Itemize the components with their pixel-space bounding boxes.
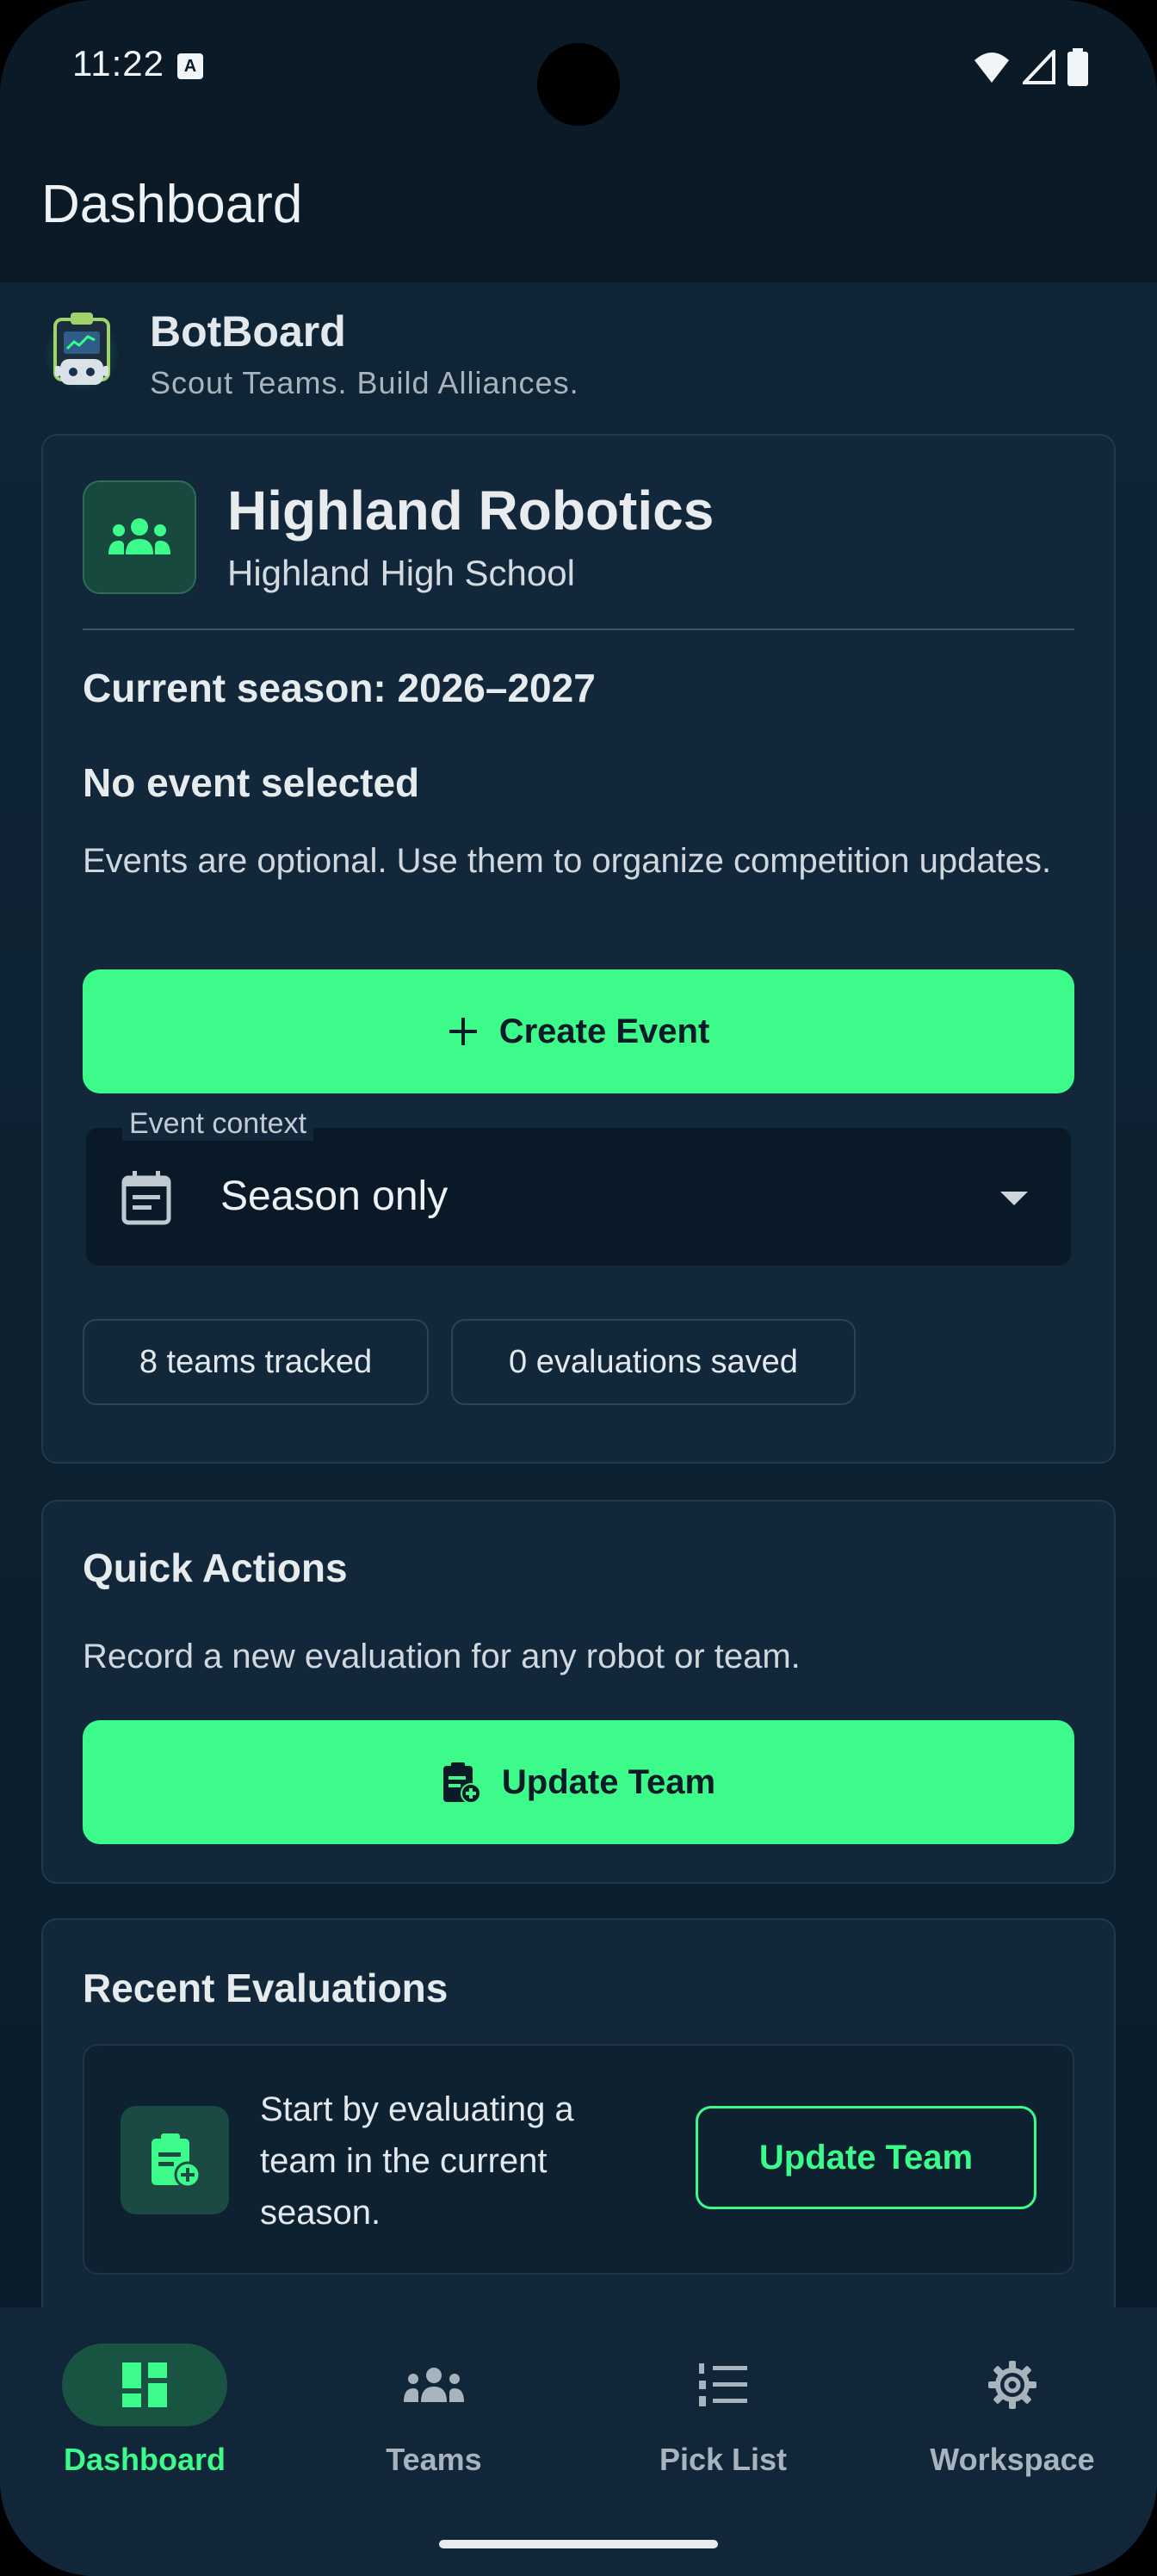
empty-state-text: Start by evaluating a team in the curren…: [260, 2090, 574, 2232]
status-time: 11:22: [72, 43, 164, 84]
plus-icon: [449, 1018, 477, 1045]
camera-cutout: [537, 43, 620, 126]
dropdown-arrow-icon: [1000, 1192, 1028, 1205]
recent-evaluations-title: Recent Evaluations: [83, 1966, 449, 2010]
update-team-button[interactable]: Update Team: [83, 1720, 1074, 1844]
nav-item-workspace[interactable]: Workspace: [868, 2344, 1157, 2516]
team-avatar: [83, 480, 196, 594]
page-title: Dashboard: [41, 175, 303, 234]
wifi-icon: [974, 53, 1009, 83]
nav-item-dashboard[interactable]: Dashboard: [0, 2344, 289, 2516]
nav-label-teams: Teams: [386, 2442, 482, 2477]
home-indicator[interactable]: [439, 2540, 718, 2548]
calendar-icon: [121, 1169, 172, 1230]
groups-icon: [404, 2368, 464, 2402]
status-icons: [973, 48, 1088, 86]
nav-item-teams[interactable]: Teams: [289, 2344, 578, 2516]
empty-state: Start by evaluating a team in the curren…: [83, 2044, 1074, 2275]
brand-header: BotBoard Scout Teams. Build Alliances.: [44, 307, 579, 401]
clipboard-add-icon: [121, 2106, 229, 2214]
evaluations-saved-chip: 0 evaluations saved: [451, 1319, 856, 1405]
phone-screen: 11:22 A Dashboard BotBoard Scout Teams. …: [0, 0, 1157, 2576]
brand-tagline: Scout Teams. Build Alliances.: [150, 365, 579, 400]
clipboard-add-icon: [442, 1762, 481, 1804]
update-team-outline-button[interactable]: Update Team: [696, 2106, 1036, 2209]
brand-name: BotBoard: [150, 307, 346, 356]
dashboard-content[interactable]: BotBoard Scout Teams. Build Alliances. H…: [0, 282, 1157, 2307]
nav-label-workspace: Workspace: [930, 2442, 1095, 2477]
event-context-value: Season only: [220, 1173, 449, 1219]
current-season: Current season: 2026–2027: [83, 666, 596, 710]
event-description: Events are optional. Use them to organiz…: [83, 842, 1052, 880]
battery-icon: [1067, 48, 1088, 86]
signal-icon: [1023, 50, 1055, 84]
nav-label-dashboard: Dashboard: [63, 2442, 226, 2477]
keyboard-indicator-icon: A: [177, 53, 203, 79]
groups-icon: [108, 518, 170, 554]
divider: [83, 629, 1074, 630]
teams-tracked-chip: 8 teams tracked: [83, 1319, 429, 1405]
quick-actions-description: Record a new evaluation for any robot or…: [83, 1638, 801, 1675]
robot-logo-icon: [44, 309, 120, 399]
team-school: Highland High School: [227, 553, 575, 593]
nav-item-pick-list[interactable]: Pick List: [578, 2344, 868, 2516]
app-bar: Dashboard: [0, 138, 1157, 282]
event-context-label: Event context: [122, 1107, 314, 1141]
dashboard-icon: [122, 2362, 167, 2407]
create-event-button[interactable]: Create Event: [83, 969, 1074, 1093]
gear-icon: [988, 2361, 1036, 2409]
nav-label-pick-list: Pick List: [659, 2442, 788, 2477]
team-name: Highland Robotics: [227, 480, 715, 542]
team-card: Highland Robotics Highland High School C…: [41, 434, 1116, 1464]
event-context-dropdown[interactable]: Season only: [84, 1126, 1073, 1267]
quick-actions-title: Quick Actions: [83, 1545, 348, 1590]
recent-evaluations-card: Recent Evaluations Start by evaluating a…: [41, 1918, 1116, 2307]
status-bar: 11:22 A: [0, 0, 1157, 138]
update-team-label: Update Team: [501, 1762, 716, 1801]
quick-actions-card: Quick Actions Record a new evaluation fo…: [41, 1500, 1116, 1884]
bottom-navigation: Dashboard Teams Pick List Workspace: [0, 2307, 1157, 2576]
create-event-label: Create Event: [498, 1012, 710, 1050]
ranked-list-icon: [699, 2363, 747, 2406]
event-heading: No event selected: [83, 760, 420, 805]
